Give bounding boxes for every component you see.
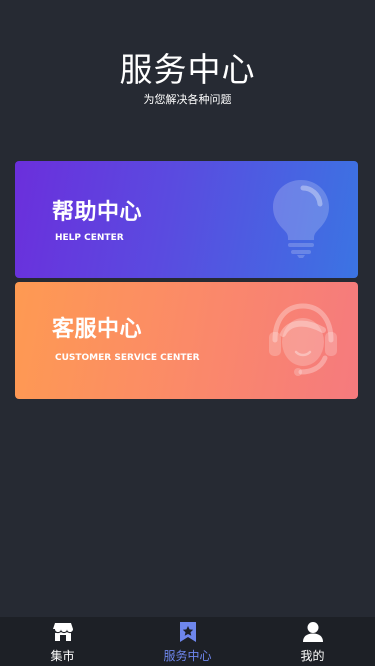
tab-service-center[interactable]: 服务中心	[125, 617, 250, 666]
help-center-subtitle: HELP CENTER	[55, 233, 124, 243]
tab-market[interactable]: 集市	[0, 617, 125, 666]
tab-mine-label: 我的	[300, 649, 325, 663]
customer-service-card[interactable]: 客服中心 CUSTOMER SERVICE CENTER	[15, 282, 358, 399]
user-icon	[302, 622, 323, 642]
page-title: 服务中心	[119, 50, 256, 89]
store-icon	[52, 623, 73, 641]
help-center-title: 帮助中心	[52, 200, 143, 225]
tab-market-label: 集市	[50, 649, 75, 663]
bookmark-star-icon	[179, 622, 196, 642]
customer-service-headset-icon	[269, 303, 337, 376]
customer-service-title: 客服中心	[52, 317, 143, 342]
lightbulb-icon	[273, 180, 329, 258]
bottom-tab-bar: 集市 服务中心 我的	[0, 617, 375, 666]
tab-mine[interactable]: 我的	[250, 617, 375, 666]
help-center-card[interactable]: 帮助中心 HELP CENTER	[15, 161, 358, 278]
tab-service-center-label: 服务中心	[163, 649, 212, 663]
page-subtitle: 为您解决各种问题	[143, 93, 232, 106]
customer-service-subtitle: CUSTOMER SERVICE CENTER	[55, 353, 200, 363]
page-header: 服务中心 为您解决各种问题	[0, 48, 375, 108]
